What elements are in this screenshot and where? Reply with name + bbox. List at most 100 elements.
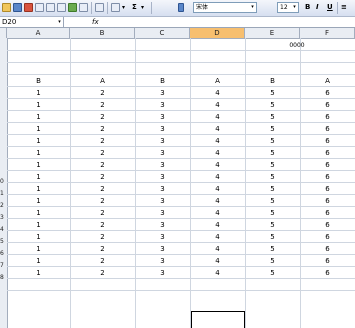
table-cell[interactable]: 5 [245,159,300,171]
table-cell[interactable]: 4 [190,99,245,111]
table-cell[interactable]: 2 [70,159,135,171]
table-cell[interactable]: 5 [245,135,300,147]
table-cell[interactable]: 2 [70,183,135,195]
table-cell[interactable]: 6 [300,135,355,147]
table-cell[interactable]: 5 [245,255,300,267]
table-cell[interactable]: 5 [245,87,300,99]
table-cell[interactable]: 6 [300,255,355,267]
table-cell[interactable]: 6 [300,243,355,255]
table-cell[interactable]: 2 [70,135,135,147]
column-header-f[interactable]: F [300,28,355,38]
spelling-icon[interactable] [68,3,77,12]
table-cell[interactable]: 3 [135,243,190,255]
table-cell[interactable]: 4 [190,267,245,279]
table-cell[interactable]: 3 [135,147,190,159]
autosum-button[interactable]: Σ [132,3,137,12]
table-cell[interactable]: 2 [70,147,135,159]
table-cell[interactable]: 4 [190,171,245,183]
table-cell[interactable]: 1 [7,171,70,183]
table-cell[interactable]: 2 [70,231,135,243]
save-icon[interactable] [13,3,22,12]
help-icon[interactable] [178,3,184,12]
table-cell[interactable]: 1 [7,123,70,135]
print-icon[interactable] [46,3,55,12]
table-cell[interactable]: 5 [245,171,300,183]
underline-button[interactable]: U [327,3,333,12]
column-header-d[interactable]: D [190,28,245,38]
header-cell[interactable]: A [300,75,355,87]
table-cell[interactable]: 5 [245,231,300,243]
header-cell[interactable]: B [7,75,70,87]
table-cell[interactable]: 2 [70,255,135,267]
table-cell[interactable]: 4 [190,207,245,219]
table-cell[interactable]: 6 [300,147,355,159]
table-cell[interactable]: 1 [7,207,70,219]
table-cell[interactable]: 4 [190,147,245,159]
table-cell[interactable]: 2 [70,87,135,99]
table-cell[interactable]: 3 [135,195,190,207]
header-cell[interactable]: A [70,75,135,87]
table-cell[interactable]: 5 [245,243,300,255]
table-cell[interactable]: 2 [70,99,135,111]
table-cell[interactable]: 4 [190,183,245,195]
table-cell[interactable]: 2 [70,207,135,219]
font-name-select[interactable]: 宋体 ▾ [193,2,257,13]
table-cell[interactable]: 3 [135,87,190,99]
table-cell[interactable]: 5 [245,195,300,207]
table-cell[interactable]: 3 [135,219,190,231]
column-header-b[interactable]: B [70,28,135,38]
table-cell[interactable]: 4 [190,255,245,267]
column-header-e[interactable]: E [245,28,300,38]
permission-icon[interactable] [24,3,33,12]
table-cell[interactable]: 4 [190,87,245,99]
undo-dropdown-icon[interactable]: ▾ [122,3,125,12]
column-header-a[interactable]: A [7,28,70,38]
table-cell[interactable]: 4 [190,219,245,231]
align-left-icon[interactable]: ≡ [341,3,347,12]
table-cell[interactable]: 3 [135,159,190,171]
name-box[interactable]: D20 ▾ [0,17,64,27]
table-cell[interactable]: 6 [300,207,355,219]
table-cell[interactable]: 4 [190,195,245,207]
table-cell[interactable]: 1 [7,183,70,195]
table-cell[interactable]: 3 [135,99,190,111]
table-cell[interactable]: 4 [190,135,245,147]
table-cell[interactable]: 6 [300,267,355,279]
cut-icon[interactable] [95,3,104,12]
table-cell[interactable]: 1 [7,147,70,159]
print-preview-icon[interactable] [57,3,66,12]
table-cell[interactable]: 5 [245,267,300,279]
table-cell[interactable]: 2 [70,243,135,255]
table-cell[interactable]: 3 [135,267,190,279]
table-cell[interactable]: 2 [70,219,135,231]
selected-cell-outline[interactable] [191,311,245,328]
email-icon[interactable] [35,3,44,12]
table-cell[interactable]: 3 [135,255,190,267]
header-cell[interactable]: A [190,75,245,87]
table-cell[interactable]: 5 [245,99,300,111]
table-cell[interactable]: 2 [70,195,135,207]
table-cell[interactable]: 1 [7,159,70,171]
table-cell[interactable]: 3 [135,123,190,135]
table-cell[interactable]: 1 [7,111,70,123]
table-cell[interactable]: 3 [135,231,190,243]
bold-button[interactable]: B [305,3,310,12]
table-cell[interactable]: 1 [7,219,70,231]
undo-icon[interactable] [111,3,120,12]
header-cell[interactable]: B [135,75,190,87]
table-cell[interactable]: 1 [7,135,70,147]
fx-icon[interactable]: fx [92,17,99,27]
table-cell[interactable]: 6 [300,195,355,207]
table-cell[interactable]: 5 [245,111,300,123]
table-cell[interactable]: 2 [70,111,135,123]
table-cell[interactable]: 4 [190,123,245,135]
italic-button[interactable]: I [316,3,319,12]
table-cell[interactable]: 5 [245,207,300,219]
table-cell[interactable]: 1 [7,195,70,207]
table-cell[interactable]: 1 [7,231,70,243]
table-cell[interactable]: 5 [245,123,300,135]
table-cell[interactable]: 1 [7,267,70,279]
table-cell[interactable]: 6 [300,111,355,123]
table-cell[interactable]: 4 [190,159,245,171]
table-cell[interactable]: 3 [135,135,190,147]
